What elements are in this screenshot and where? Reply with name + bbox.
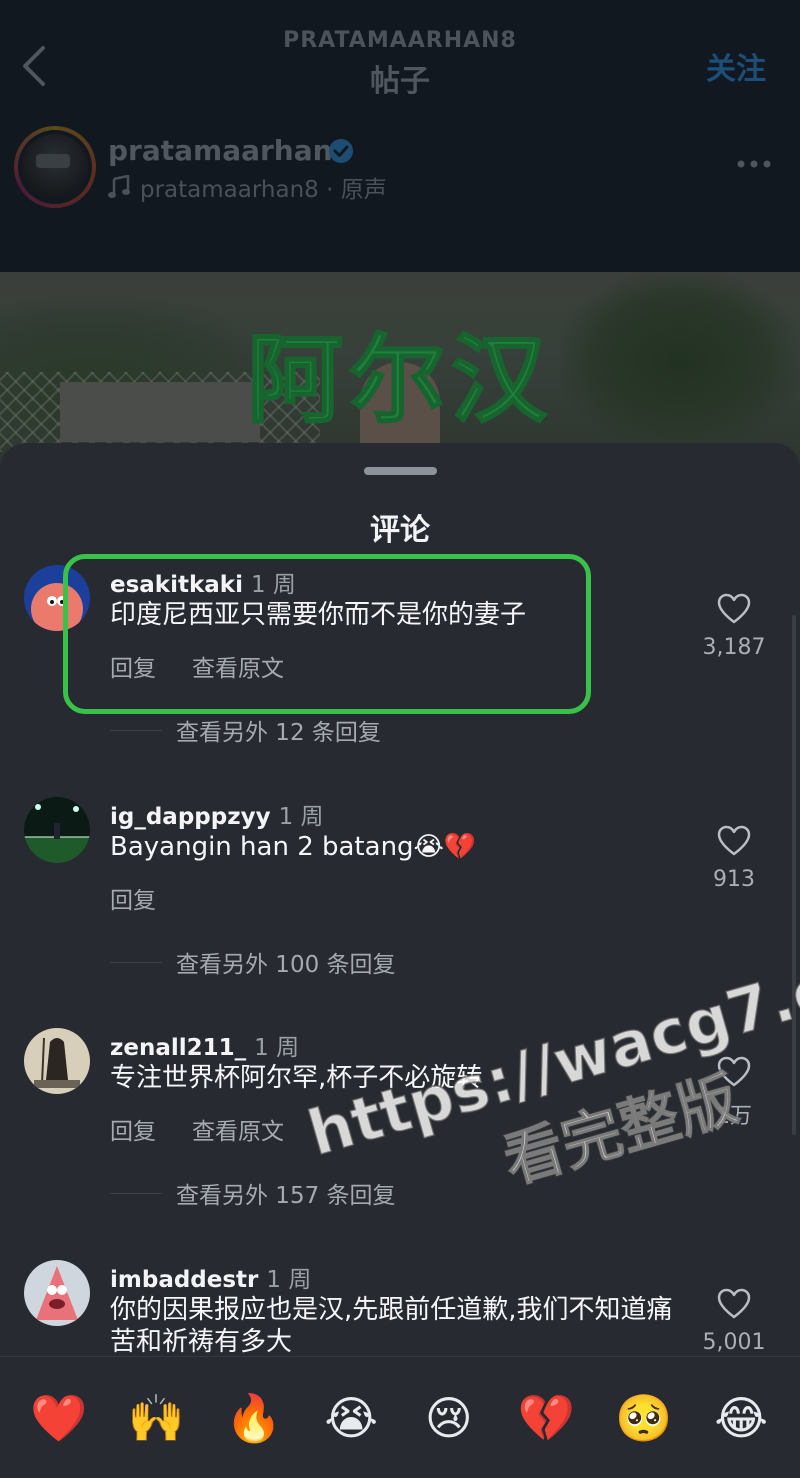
see-original-button[interactable]: 查看原文 [192,649,284,683]
emoji-raised-hands-button[interactable]: 🙌 [121,1383,191,1453]
heart-icon [717,1056,751,1087]
commenter-avatar[interactable] [24,1260,90,1326]
heart-icon [717,825,751,856]
comment-text: 印度尼西亚只需要你而不是你的妻子 [110,600,527,630]
audio-link[interactable]: pratamaarhan8 · 原声 [108,170,387,204]
sheet-drag-handle[interactable] [364,467,437,475]
emoji-heart-button[interactable]: ❤️ [24,1383,94,1453]
divider-line [110,729,162,731]
comment-item: esakitkaki 1 周 印度尼西亚只需要你而不是你的妻子 回复 查看原文 3… [0,565,800,765]
commenter-username[interactable]: imbaddestr [110,1267,258,1293]
commenter-username[interactable]: zenall211_ [110,1035,246,1061]
comment-header: ig_dapppzyy 1 周 [110,797,324,831]
see-original-button[interactable]: 查看原文 [192,1112,284,1146]
heart-icon [717,593,751,624]
like-count: 5,001 [702,1330,766,1355]
like-count: 1万 [716,1104,752,1129]
view-replies-button[interactable]: 查看另外 157 条回复 [110,1176,396,1210]
comment-actions: 回复 [110,881,156,915]
comment-time: 1 周 [278,804,324,830]
more-options-icon[interactable] [736,154,772,174]
commenter-avatar[interactable] [24,1028,90,1094]
comments-sheet: 评论 esakitkaki 1 周 印度尼西亚只需要你而不是你的妻子 回复 查看原… [0,443,800,1478]
reply-button[interactable]: 回复 [110,649,156,683]
author-username[interactable]: pratamaarhan8 [108,134,352,167]
post-background: PRATAMAARHAN8 帖子 关注 pratamaarhan8 pratam… [0,0,800,472]
like-count: 913 [713,867,755,892]
reply-button[interactable]: 回复 [110,1112,156,1146]
like-count: 3,187 [702,635,766,660]
comments-title: 评论 [370,513,430,548]
comment-actions: 回复 查看原文 [110,649,284,683]
like-button[interactable]: 913 [692,825,776,892]
divider-line [110,1192,162,1194]
comment-item: zenall211_ 1 周 专注世界杯阿尔罕,杯子不必旋转 回复 查看原文 1万… [0,1028,800,1228]
like-button[interactable]: 5,001 [692,1288,776,1355]
comment-time: 1 周 [250,572,296,598]
commenter-username[interactable]: esakitkaki [110,572,243,598]
emoji-crying-button[interactable]: 😢 [414,1383,484,1453]
verified-badge-icon [329,139,353,163]
view-replies-label: 查看另外 100 条回复 [176,952,396,978]
emoji-loudly-crying-button[interactable]: 😭 [316,1383,386,1453]
comment-header: zenall211_ 1 周 [110,1028,299,1062]
comment-time: 1 周 [254,1035,300,1061]
comment-header: esakitkaki 1 周 [110,565,296,599]
author-avatar[interactable] [14,126,96,208]
top-bar: PRATAMAARHAN8 帖子 关注 [0,0,800,110]
comment-time: 1 周 [266,1267,312,1293]
header-subtitle: PRATAMAARHAN8 [283,28,517,53]
view-replies-label: 查看另外 12 条回复 [176,720,381,746]
follow-button[interactable]: 关注 [706,44,766,88]
music-note-icon [108,175,130,198]
commenter-username[interactable]: ig_dapppzyy [110,804,271,830]
view-replies-button[interactable]: 查看另外 100 条回复 [110,945,396,979]
emoji-broken-heart-button[interactable]: 💔 [511,1383,581,1453]
emoji-pleading-button[interactable]: 🥺 [609,1383,679,1453]
divider-line [110,961,162,963]
commenter-avatar[interactable] [24,565,90,631]
page-title: 帖子 [370,64,430,99]
comment-text: 专注世界杯阿尔罕,杯子不必旋转 [110,1063,483,1093]
like-button[interactable]: 1万 [692,1056,776,1130]
reply-button[interactable]: 回复 [110,881,156,915]
heart-icon [717,1288,751,1319]
comment-item: ig_dapppzyy 1 周 Bayangin han 2 batang😭💔 回… [0,797,800,997]
audio-label: pratamaarhan8 · 原声 [140,177,387,203]
comment-header: imbaddestr 1 周 [110,1260,311,1294]
comment-actions: 回复 查看原文 [110,1112,284,1146]
emoji-joy-button[interactable]: 😂 [706,1383,776,1453]
emoji-reaction-bar: ❤️ 🙌 🔥 😭 😢 💔 🥺 😂 [0,1356,800,1478]
view-replies-button[interactable]: 查看另外 12 条回复 [110,713,381,747]
like-button[interactable]: 3,187 [692,593,776,660]
view-replies-label: 查看另外 157 条回复 [176,1183,396,1209]
emoji-fire-button[interactable]: 🔥 [219,1383,289,1453]
video-preview[interactable]: 阿尔汉 [0,272,800,472]
commenter-avatar[interactable] [24,797,90,863]
comment-text: Bayangin han 2 batang😭💔 [110,832,477,862]
video-caption: 阿尔汉 [246,323,553,437]
comment-text: 你的因果报应也是汉,先跟前任道歉,我们不知道痛苦和祈祷有多大 [110,1295,673,1357]
author-row: pratamaarhan8 pratamaarhan8 · 原声 [0,120,800,220]
